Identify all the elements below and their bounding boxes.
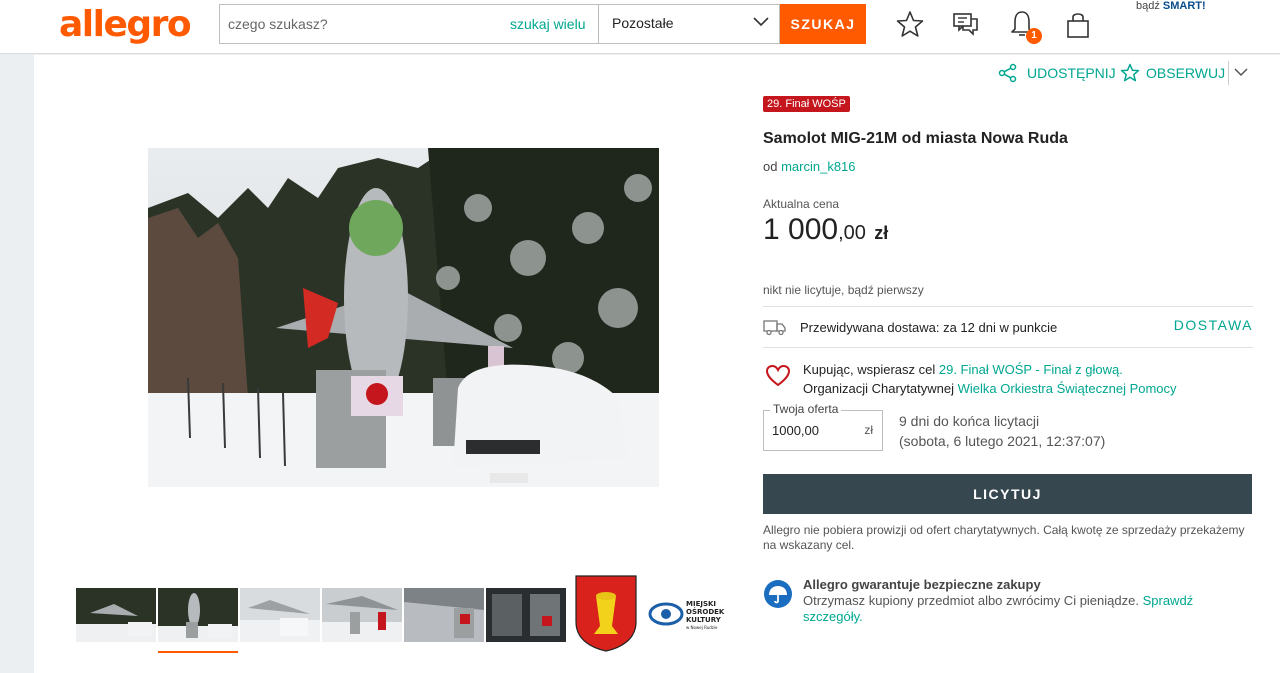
- price-currency: zł: [874, 223, 889, 243]
- time-left: 9 dni do końca licytacji: [899, 413, 1040, 429]
- mok-logo-thumbnail[interactable]: MIEJSKI OŚRODEK KULTURY w Nowej Rudzie: [648, 592, 732, 646]
- end-date: (sobota, 6 lutego 2021, 12:37:07): [899, 433, 1106, 449]
- search-bar: szukaj wielu Pozostałe: [219, 4, 780, 44]
- star-icon[interactable]: [895, 8, 925, 40]
- offer-field: Twoja oferta zł: [763, 402, 883, 451]
- current-price: 1 000,00 zł: [763, 213, 888, 247]
- bidders-info: nikt nie licytuje, bądź pierwszy: [763, 283, 924, 297]
- category-select-value: Pozostałe: [612, 15, 674, 31]
- watch-label: OBSERWUJ: [1146, 65, 1226, 81]
- watch-button[interactable]: OBSERWUJ: [1120, 63, 1225, 83]
- category-select[interactable]: Pozostałe: [598, 4, 780, 44]
- umbrella-icon: [764, 580, 792, 608]
- shopping-bag-icon[interactable]: [1063, 8, 1093, 40]
- offer-legend: Twoja oferta: [770, 402, 842, 416]
- thumbnail[interactable]: [486, 588, 566, 642]
- divider: [763, 347, 1253, 348]
- top-header: allegro szukaj wielu Pozostałe SZUKAJ 1 …: [0, 0, 1280, 54]
- charity-prefix: Kupując, wspierasz cel: [803, 362, 936, 377]
- auction-time: 9 dni do końca licytacji (sobota, 6 lute…: [899, 411, 1105, 451]
- price-fraction: ,00: [838, 222, 866, 244]
- smart-promo-label: SMART!: [1162, 0, 1206, 12]
- thumbnail[interactable]: [240, 588, 320, 642]
- mig21-photo: [148, 148, 659, 487]
- seller-prefix: od: [763, 159, 778, 174]
- seller-line: od marcin_k816: [763, 159, 856, 174]
- star-outline-icon: [1120, 63, 1140, 82]
- offer-input[interactable]: [772, 423, 852, 438]
- delivery-row: Przewidywana dostawa: za 12 dni w punkci…: [763, 312, 1253, 340]
- delivery-link[interactable]: DOSTAWA: [1174, 317, 1253, 333]
- mok-logo-line: OŚRODEK: [686, 608, 725, 616]
- thumbnail[interactable]: [76, 588, 156, 642]
- seller-link[interactable]: marcin_k816: [781, 159, 855, 174]
- chevron-down-icon: [753, 17, 769, 27]
- smart-promo-prefix: bądź: [1136, 0, 1160, 12]
- wosp-badge[interactable]: 29. Finał WOŚP: [763, 96, 850, 112]
- mok-logo-text: MIEJSKI OŚRODEK KULTURY w Nowej Rudzie: [686, 600, 724, 632]
- smart-promo[interactable]: bądź SMART!: [1136, 0, 1206, 12]
- search-button[interactable]: SZUKAJ: [780, 4, 866, 44]
- chevron-down-icon[interactable]: [1234, 67, 1248, 77]
- charity-line-2: Organizacji Charytatywnej Wielka Orkiest…: [803, 379, 1177, 398]
- price-label: Aktualna cena: [763, 197, 840, 211]
- offer-currency: zł: [864, 423, 873, 437]
- guarantee-body-text: Otrzymasz kupiony przedmiot albo zwrócim…: [803, 593, 1139, 608]
- no-fee-note: Allegro nie pobiera prowizji od ofert ch…: [763, 523, 1245, 552]
- messages-icon[interactable]: [951, 8, 981, 40]
- product-title: Samolot MIG-21M od miasta Nowa Ruda: [763, 130, 1068, 147]
- share-icon: [998, 63, 1017, 83]
- share-label: UDOSTĘPNIJ: [1027, 65, 1116, 81]
- thumbnail[interactable]: [322, 588, 402, 642]
- search-many-link[interactable]: szukaj wielu: [510, 16, 585, 32]
- guarantee-text: Allegro gwarantuje bezpieczne zakupy Otr…: [803, 577, 1243, 625]
- share-button[interactable]: UDOSTĘPNIJ: [998, 63, 1116, 83]
- bid-button[interactable]: LICYTUJ: [763, 474, 1252, 514]
- mok-logo-line: MIEJSKI: [686, 600, 717, 608]
- mok-logo-line: KULTURY: [686, 616, 721, 624]
- divider: [1228, 61, 1229, 85]
- main-product-photo[interactable]: [148, 148, 659, 487]
- allegro-logo[interactable]: allegro: [59, 4, 192, 45]
- guarantee-heading: Allegro gwarantuje bezpieczne zakupy: [803, 577, 1041, 592]
- organization-link[interactable]: Wielka Orkiestra Świątecznej Pomocy: [958, 381, 1177, 396]
- thumbnail-active[interactable]: [158, 588, 238, 653]
- search-input[interactable]: [228, 5, 508, 43]
- thumbnail[interactable]: [404, 588, 484, 642]
- truck-icon: [763, 320, 786, 336]
- mok-logo-subtext: w Nowej Rudzie: [686, 625, 718, 630]
- charity-line-1: Kupując, wspierasz cel 29. Finał WOŚP - …: [803, 360, 1177, 379]
- guarantee-body: Otrzymasz kupiony przedmiot albo zwrócim…: [803, 593, 1243, 625]
- coat-of-arms-icon: [575, 575, 637, 652]
- organization-prefix: Organizacji Charytatywnej: [803, 381, 955, 396]
- divider: [763, 306, 1253, 307]
- heart-icon: [765, 364, 791, 387]
- charity-goal-link[interactable]: 29. Finał WOŚP - Finał z głową.: [939, 362, 1123, 377]
- coat-of-arms-thumbnail[interactable]: [574, 574, 638, 652]
- notifications-badge: 1: [1026, 28, 1042, 44]
- delivery-text: Przewidywana dostawa: za 12 dni w punkci…: [800, 320, 1058, 335]
- charity-text: Kupując, wspierasz cel 29. Finał WOŚP - …: [803, 360, 1177, 398]
- price-main: 1 000: [763, 213, 839, 246]
